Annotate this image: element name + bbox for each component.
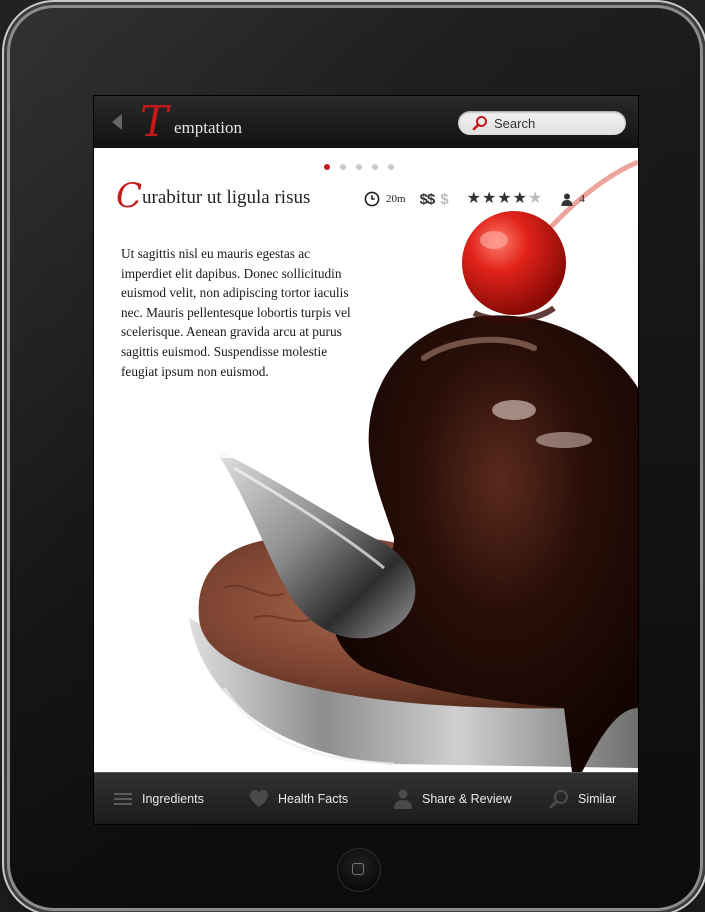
star-icon: ★ (466, 190, 482, 207)
tab-share-review-label: Share & Review (422, 792, 512, 806)
top-bar: T emptation (94, 96, 638, 149)
app-logo-text: emptation (174, 118, 242, 137)
app-screen: T emptation Search Curabitur ut ligula r… (94, 96, 638, 824)
recipe-meta: 20m $$ $ ★★★★★ 4 (364, 188, 585, 210)
search-icon (472, 116, 487, 131)
rating-stars: ★★★★★ (467, 190, 544, 208)
page-dot[interactable] (372, 164, 378, 170)
page-indicator[interactable] (324, 164, 394, 172)
back-arrow-icon[interactable] (112, 114, 122, 130)
tab-health-facts-label: Health Facts (278, 792, 349, 806)
search-box[interactable] (458, 111, 626, 135)
tab-similar-label: Similar (578, 792, 617, 806)
tab-ingredients[interactable]: Ingredients (112, 773, 204, 824)
recipe-title: Curabitur ut ligula risus (116, 176, 310, 216)
page-dot[interactable] (356, 164, 362, 170)
heart-icon (250, 790, 268, 807)
page-dot[interactable] (340, 164, 346, 170)
clock-icon (364, 191, 380, 207)
prep-time: 20m (386, 193, 406, 205)
star-icon: ★ (527, 190, 544, 207)
recipe-description: Ut sagittis nisl eu mauris egestas ac im… (121, 246, 351, 379)
tab-ingredients-label: Ingredients (142, 792, 204, 806)
recipe-title-text: urabitur ut ligula risus (142, 187, 311, 208)
star-icon: ★ (512, 190, 528, 207)
bottom-toolbar: Ingredients Health Facts Share & Review … (94, 772, 638, 824)
cost-level: $$ (419, 190, 436, 208)
tab-share-review[interactable]: Share & Review (392, 773, 512, 824)
user-icon (394, 789, 412, 809)
tab-health-facts[interactable]: Health Facts (248, 773, 348, 824)
cost-level-remaining: $ (440, 190, 449, 208)
recipe-title-initial: C (116, 176, 143, 216)
page-dot[interactable] (324, 164, 330, 170)
home-button-icon (352, 863, 364, 875)
person-icon (561, 193, 573, 206)
star-icon: ★ (481, 190, 498, 207)
tab-similar[interactable]: Similar (548, 773, 616, 824)
home-button[interactable] (337, 848, 381, 892)
search-input[interactable] (494, 114, 614, 132)
servings-count: 4 (579, 193, 585, 205)
page-dot[interactable] (388, 164, 394, 170)
list-icon (114, 793, 132, 805)
app-logo-initial: T (140, 97, 169, 146)
star-icon: ★ (497, 190, 513, 207)
recipe-content: Curabitur ut ligula risus 20m $$ $ ★★★★★ … (94, 148, 638, 772)
magnifier-icon (549, 790, 568, 809)
